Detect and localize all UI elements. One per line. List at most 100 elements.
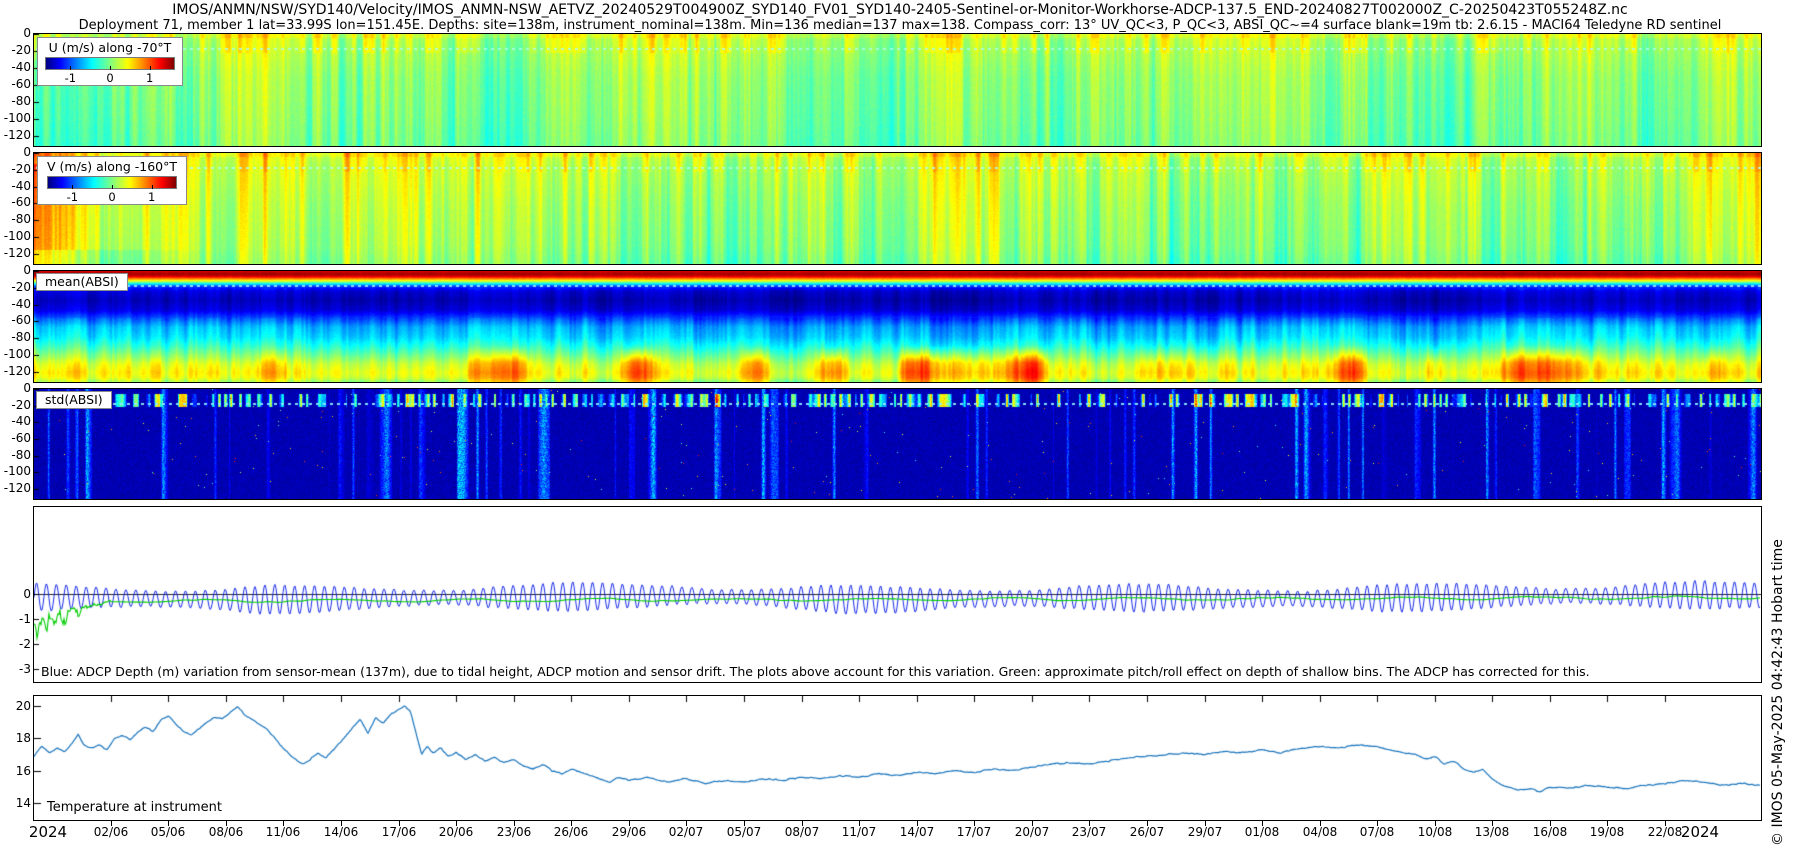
- temperature-tick-label: 20: [1, 699, 31, 713]
- x-tick-mark: [456, 821, 457, 826]
- v-legend-title: V (m/s) along -160°T: [45, 159, 179, 176]
- x-tick-mark: [974, 821, 975, 826]
- depth-variation-tick-label: 0: [1, 587, 31, 601]
- depth-tick-label: -80: [1, 94, 31, 108]
- depth-tick-label: 0: [1, 263, 31, 277]
- depth-tick-label: -120: [1, 364, 31, 378]
- x-tick-label: 26/07: [1119, 825, 1175, 839]
- u-colorbar: [45, 57, 175, 70]
- panel-v-velocity: V (m/s) along -160°T -1 0 1: [33, 152, 1762, 265]
- year-label-left: 2024: [20, 823, 76, 841]
- depth-tick-label: -120: [1, 481, 31, 495]
- depth-tick-label: -120: [1, 128, 31, 142]
- depth-tick-label: -20: [1, 398, 31, 412]
- depth-tick-label: -60: [1, 195, 31, 209]
- u-velocity-heatmap: [34, 34, 1761, 146]
- x-tick-label: 08/07: [774, 825, 830, 839]
- depth-tick-label: -40: [1, 297, 31, 311]
- depth-tick-label: -100: [1, 229, 31, 243]
- x-tick-label: 26/06: [543, 825, 599, 839]
- mean-absi-label: mean(ABSI): [36, 273, 128, 291]
- v-colorbar-labels: -1 0 1: [48, 189, 176, 203]
- x-tick-mark: [1205, 821, 1206, 826]
- x-tick-label: 01/08: [1234, 825, 1290, 839]
- colorbar-tick-label: -1: [65, 71, 76, 85]
- depth-tick-label: 0: [1, 381, 31, 395]
- depth-tick-label: -20: [1, 280, 31, 294]
- depth-tick-label: 0: [1, 145, 31, 159]
- x-tick-label: 20/07: [1004, 825, 1060, 839]
- panel-temperature: Temperature at instrument: [33, 695, 1762, 821]
- temperature-tick-label: 18: [1, 731, 31, 745]
- temperature-tick-label: 16: [1, 764, 31, 778]
- temperature-label: Temperature at instrument: [47, 800, 222, 815]
- depth-tick-label: -40: [1, 414, 31, 428]
- x-tick-mark: [744, 821, 745, 826]
- x-tick-mark: [802, 821, 803, 826]
- x-tick-mark: [1032, 821, 1033, 826]
- x-tick-mark: [341, 821, 342, 826]
- x-tick-label: 05/07: [716, 825, 772, 839]
- v-colorbar-legend: V (m/s) along -160°T -1 0 1: [37, 156, 187, 205]
- x-tick-mark: [168, 821, 169, 826]
- x-tick-label: 20/06: [428, 825, 484, 839]
- x-tick-label: 23/06: [486, 825, 542, 839]
- x-tick-label: 17/07: [946, 825, 1002, 839]
- x-tick-mark: [111, 821, 112, 826]
- depth-tick-label: -80: [1, 212, 31, 226]
- depth-variation-tick-label: -3: [1, 662, 31, 676]
- figure-subtitle: Deployment 71, member 1 lat=33.99S lon=1…: [0, 18, 1800, 33]
- x-tick-mark: [1089, 821, 1090, 826]
- x-tick-mark: [1607, 821, 1608, 826]
- x-tick-label: 14/07: [889, 825, 945, 839]
- colorbar-tick-label: 1: [146, 71, 153, 85]
- x-tick-label: 19/08: [1579, 825, 1635, 839]
- panel-depth-variation: Blue: ADCP Depth (m) variation from sens…: [33, 506, 1762, 683]
- adcp-summary-figure: IMOS/ANMN/NSW/SYD140/Velocity/IMOS_ANMN-…: [0, 0, 1800, 850]
- u-legend-title: U (m/s) along -70°T: [45, 40, 175, 57]
- x-tick-label: 16/08: [1522, 825, 1578, 839]
- x-tick-label: 17/06: [371, 825, 427, 839]
- u-colorbar-legend: U (m/s) along -70°T -1 0 1: [37, 37, 183, 86]
- u-colorbar-labels: -1 0 1: [46, 70, 174, 84]
- x-tick-label: 29/06: [601, 825, 657, 839]
- x-tick-mark: [629, 821, 630, 826]
- x-tick-label: 05/06: [140, 825, 196, 839]
- colorbar-tick-label: 0: [106, 71, 113, 85]
- depth-tick-label: 0: [1, 26, 31, 40]
- x-tick-mark: [917, 821, 918, 826]
- year-label-right: 2024: [1672, 823, 1728, 841]
- depth-tick-label: -100: [1, 111, 31, 125]
- depth-tick-label: -100: [1, 464, 31, 478]
- colorbar-tick-label: -1: [67, 190, 78, 204]
- depth-tick-label: -60: [1, 313, 31, 327]
- depth-tick-label: -100: [1, 347, 31, 361]
- x-tick-mark: [226, 821, 227, 826]
- depth-tick-label: -40: [1, 179, 31, 193]
- depth-variation-tick-label: -1: [1, 612, 31, 626]
- depth-variation-note: Blue: ADCP Depth (m) variation from sens…: [41, 664, 1590, 679]
- depth-tick-label: -20: [1, 43, 31, 57]
- x-tick-label: 13/08: [1464, 825, 1520, 839]
- colorbar-tick-label: 0: [108, 190, 115, 204]
- x-tick-label: 11/07: [831, 825, 887, 839]
- depth-tick-label: -20: [1, 162, 31, 176]
- x-tick-mark: [1665, 821, 1666, 826]
- x-tick-mark: [859, 821, 860, 826]
- x-tick-mark: [1550, 821, 1551, 826]
- temperature-tick-label: 14: [1, 796, 31, 810]
- panel-u-velocity: U (m/s) along -70°T -1 0 1: [33, 33, 1762, 147]
- temperature-plot: [34, 696, 1761, 820]
- depth-tick-label: -80: [1, 448, 31, 462]
- mean-absi-heatmap: [34, 271, 1761, 382]
- v-colorbar: [47, 176, 177, 189]
- x-tick-label: 23/07: [1061, 825, 1117, 839]
- x-tick-mark: [283, 821, 284, 826]
- x-tick-label: 14/06: [313, 825, 369, 839]
- depth-tick-label: -80: [1, 330, 31, 344]
- x-tick-mark: [686, 821, 687, 826]
- depth-tick-label: -60: [1, 77, 31, 91]
- x-tick-label: 02/06: [83, 825, 139, 839]
- depth-tick-label: -40: [1, 60, 31, 74]
- x-tick-label: 04/08: [1292, 825, 1348, 839]
